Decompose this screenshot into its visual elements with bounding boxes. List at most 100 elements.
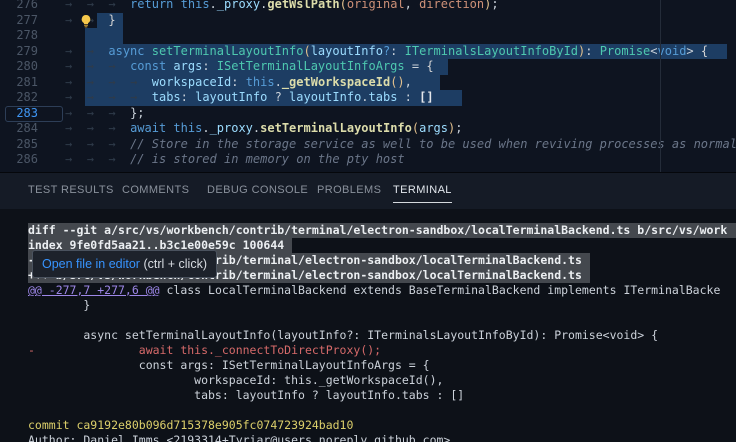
tab-arrow-icon: → xyxy=(87,121,109,137)
tab-arrow-icon: → xyxy=(65,75,87,91)
tab-arrow-icon: → xyxy=(65,106,87,122)
code-token: args xyxy=(419,121,448,135)
terminal-line: const args: ISetTerminalLayoutInfoArgs =… xyxy=(28,358,736,373)
code-line-283[interactable]: 283 →→→}; xyxy=(0,106,736,122)
tooltip-open-file-link[interactable]: Open file in editor xyxy=(42,257,140,271)
terminal-line: @@ -277,7 +277,6 @@ class LocalTerminalB… xyxy=(28,283,736,298)
code-line-279[interactable]: 279 →→async setTerminalLayoutInfo(layoutI… xyxy=(0,44,736,60)
code-text: →→→await this._proxy.setTerminalLayoutIn… xyxy=(65,121,462,137)
tab-arrow-icon: → xyxy=(108,75,130,91)
code-token: . xyxy=(202,121,209,135)
code-line-284[interactable]: 284 →→→await this._proxy.setTerminalLayou… xyxy=(0,121,736,137)
code-line-280[interactable]: 280→→→const args: ISetTerminalLayoutInfo… xyxy=(0,59,736,75)
terminal-text: - await this._connectToDirectProxy(); xyxy=(28,343,381,357)
code-token: Promise xyxy=(600,44,651,58)
code-token: return xyxy=(130,0,181,11)
code-token: : xyxy=(585,44,599,58)
panel-tab-comments[interactable]: COMMENTS xyxy=(122,184,189,196)
code-token: : xyxy=(231,75,245,89)
terminal-text: class LocalTerminalBackend extends BaseT… xyxy=(160,283,721,297)
line-number[interactable]: 285 xyxy=(0,137,38,153)
terminal-text: commit ca9192e80b096d715378e905fc0747239… xyxy=(28,418,353,432)
code-token: // is stored in memory on the pty host xyxy=(130,152,405,166)
code-token: const xyxy=(130,59,173,73)
line-number[interactable]: 278 xyxy=(0,28,38,44)
code-token: < xyxy=(650,44,657,58)
tab-arrow-icon: → xyxy=(108,137,130,153)
code-token: ITerminalsLayoutInfoById xyxy=(405,44,578,58)
tab-arrow-icon: → xyxy=(108,90,130,106)
code-text: →→→→workspaceId: this._getWorkspaceId(), xyxy=(65,75,412,91)
code-token: this xyxy=(246,75,275,89)
link-tooltip: Open file in editor (ctrl + click) xyxy=(32,250,217,278)
code-token: setTerminalLayoutInfo xyxy=(260,121,412,135)
tooltip-hint: (ctrl + click) xyxy=(140,257,207,271)
code-token: }; xyxy=(130,106,144,120)
line-number[interactable]: 276 xyxy=(0,0,38,13)
tab-arrow-icon: → xyxy=(65,0,87,13)
editor-ruler xyxy=(660,0,661,172)
terminal-line: Author: Daniel Imms <2193314+Tyriar@user… xyxy=(28,433,736,442)
code-text: →→→// is stored in memory on the pty hos… xyxy=(65,152,405,168)
code-line-286[interactable]: 286 →→→// is stored in memory on the pty … xyxy=(0,152,736,168)
line-number[interactable]: 286 xyxy=(0,152,38,168)
code-token: : xyxy=(181,90,195,104)
tab-arrow-icon: → xyxy=(108,59,130,75)
panel-tab-problems[interactable]: PROBLEMS xyxy=(317,184,381,196)
code-line-277[interactable]: 277→→} xyxy=(0,13,736,29)
code-text: →→async setTerminalLayoutInfo(layoutInfo… xyxy=(65,44,708,60)
tab-arrow-icon: → xyxy=(65,121,87,137)
tab-arrow-icon: → xyxy=(87,0,109,13)
terminal-line: diff --git a/src/vs/workbench/contrib/te… xyxy=(28,223,736,238)
code-line-276[interactable]: 276→→→return this._proxy.getWslPath(orig… xyxy=(0,0,736,13)
code-token: getWslPath xyxy=(267,0,339,11)
terminal-line: } xyxy=(28,298,736,313)
line-number[interactable]: 280 xyxy=(0,59,38,75)
code-token: _proxy xyxy=(217,0,260,11)
code-line-278[interactable]: 278 xyxy=(0,28,736,44)
terminal-text: const args: ISetTerminalLayoutInfoArgs =… xyxy=(28,358,430,372)
vscode-window: 276→→→return this._proxy.getWslPath(orig… xyxy=(0,0,736,442)
code-line-281[interactable]: 281 →→→→workspaceId: this._getWorkspaceId… xyxy=(0,75,736,91)
line-number[interactable]: 279 xyxy=(0,44,38,60)
code-line-285[interactable]: 285→→→// Store in the storage service as… xyxy=(0,137,736,153)
tab-arrow-icon: → xyxy=(65,137,87,153)
editor-pane[interactable]: 276→→→return this._proxy.getWslPath(orig… xyxy=(0,0,736,172)
selection-highlight xyxy=(85,28,123,44)
panel-tab-test-results[interactable]: TEST RESULTS xyxy=(28,184,114,196)
code-token: , xyxy=(405,0,419,11)
code-line-282[interactable]: 282→→→→tabs: layoutInfo ? layoutInfo.tab… xyxy=(0,90,736,106)
code-token: // Store in the storage service as well … xyxy=(130,137,736,151)
code-token: tabs xyxy=(152,90,181,104)
panel-tab-terminal[interactable]: TERMINAL xyxy=(393,184,452,196)
code-text: →→→}; xyxy=(65,106,145,122)
code-token: tabs xyxy=(369,90,398,104)
tab-arrow-icon: → xyxy=(65,59,87,75)
tab-arrow-icon: → xyxy=(130,75,152,91)
line-number[interactable]: 284 xyxy=(0,121,38,137)
line-number[interactable]: 277 xyxy=(0,13,38,29)
tab-arrow-icon: → xyxy=(87,90,109,106)
lightbulb-icon[interactable] xyxy=(79,14,93,28)
code-token: workspaceId xyxy=(152,75,231,89)
terminal-line: tabs: layoutInfo ? layoutInfo.tabs : [] xyxy=(28,388,736,403)
code-token: () xyxy=(390,75,404,89)
code-token: . xyxy=(275,75,282,89)
line-number[interactable]: 281 xyxy=(0,75,38,91)
code-token: ISetTerminalLayoutInfoArgs xyxy=(217,59,405,73)
code-text: →→→return this._proxy.getWslPath(origina… xyxy=(65,0,499,13)
code-token: : xyxy=(390,44,404,58)
panel-tab-debug-console[interactable]: DEBUG CONSOLE xyxy=(207,184,308,196)
terminal-text: workspaceId: this._getWorkspaceId(), xyxy=(28,373,443,387)
terminal-file-link[interactable]: diff --git a/src/vs/workbench/contrib/te… xyxy=(28,223,727,237)
code-token: ( xyxy=(303,44,310,58)
terminal-file-link[interactable]: @@ -277,7 +277,6 @@ xyxy=(28,283,160,297)
code-token: _proxy xyxy=(210,121,253,135)
line-number[interactable]: 283 xyxy=(0,106,38,122)
line-number[interactable]: 282 xyxy=(0,90,38,106)
code-token: = xyxy=(405,59,427,73)
terminal-line: async setTerminalLayoutInfo(layoutInfo?:… xyxy=(28,328,736,343)
panel-tab-bar: TEST RESULTS COMMENTS DEBUG CONSOLE PROBLEM… xyxy=(0,173,736,209)
terminal-text: } xyxy=(28,298,90,312)
code-token: layoutInfo xyxy=(289,90,361,104)
